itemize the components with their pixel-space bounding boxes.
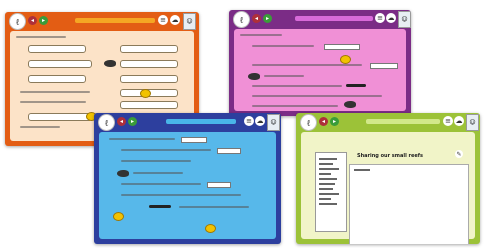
answer-field[interactable] — [370, 63, 398, 69]
content-area — [99, 132, 276, 239]
text-line — [20, 101, 86, 103]
back-button[interactable]: ◂ — [319, 117, 328, 126]
blank-slot[interactable] — [149, 205, 171, 208]
back-button[interactable]: ◂ — [252, 14, 261, 23]
page-title: Sharing our small reefs — [357, 153, 423, 159]
list-item — [319, 158, 337, 160]
badge-icon — [140, 89, 151, 98]
forward-button[interactable]: ▸ — [128, 117, 137, 126]
list-item — [319, 198, 331, 200]
fish-icon — [117, 170, 129, 177]
text-line — [252, 64, 362, 66]
option-button[interactable] — [120, 101, 178, 109]
titlebar: ℓ ◂ ▸ ≡ ☁ ☺ — [229, 10, 411, 28]
window-green: ℓ ◂ ▸ ≡ ☁ ☺ Sharing our small reefs ✎ — [296, 113, 480, 244]
text-line — [179, 206, 249, 208]
titlebar: ℓ ◂ ▸ ≡ ☁ ☺ — [296, 113, 480, 131]
content-area — [234, 29, 406, 111]
option-button[interactable] — [28, 113, 92, 121]
text-line — [252, 105, 338, 107]
answer-field[interactable] — [207, 182, 231, 188]
titlebar: ℓ ◂ ▸ ≡ ☁ ☺ — [94, 113, 281, 131]
menu-icon[interactable]: ≡ — [443, 116, 453, 126]
text-line — [252, 45, 314, 47]
menu-icon[interactable]: ≡ — [375, 13, 385, 23]
writing-area[interactable] — [349, 164, 469, 244]
list-item — [319, 183, 335, 185]
text-line — [20, 126, 60, 128]
logo-icon: ℓ — [98, 114, 115, 131]
back-button[interactable]: ◂ — [28, 16, 37, 25]
forward-button[interactable]: ▸ — [39, 16, 48, 25]
menu-icon[interactable]: ≡ — [158, 15, 168, 25]
text-line — [121, 194, 241, 196]
text-line — [121, 160, 191, 162]
logo-icon: ℓ — [233, 11, 250, 28]
cloud-icon[interactable]: ☁ — [170, 15, 180, 25]
window-purple: ℓ ◂ ▸ ≡ ☁ ☺ — [229, 10, 411, 116]
text-line — [240, 34, 282, 36]
option-button[interactable] — [120, 60, 178, 68]
title-bar-highlight — [166, 119, 236, 124]
title-bar-highlight — [75, 18, 155, 23]
blank-slot[interactable] — [346, 84, 366, 87]
option-button[interactable] — [28, 75, 86, 83]
list-item — [319, 203, 337, 205]
option-button[interactable] — [120, 75, 178, 83]
option-button[interactable] — [120, 45, 178, 53]
cloud-icon[interactable]: ☁ — [255, 116, 265, 126]
window-blue: ℓ ◂ ▸ ≡ ☁ ☺ — [94, 113, 281, 244]
word-list[interactable] — [315, 152, 347, 232]
fish-icon — [248, 73, 260, 80]
title-bar-highlight — [366, 119, 440, 124]
cloud-icon[interactable]: ☁ — [386, 13, 396, 23]
text-line — [252, 95, 382, 97]
avatar[interactable]: ☺ — [183, 13, 196, 30]
text-line — [16, 36, 66, 38]
badge-icon — [340, 55, 351, 64]
avatar[interactable]: ☺ — [398, 11, 411, 28]
avatar[interactable]: ☺ — [267, 114, 280, 131]
back-button[interactable]: ◂ — [117, 117, 126, 126]
list-item — [319, 168, 339, 170]
answer-field[interactable] — [324, 44, 360, 50]
title-bar-highlight — [295, 16, 373, 21]
text-line — [121, 183, 201, 185]
list-item — [319, 193, 339, 195]
option-button[interactable] — [28, 45, 86, 53]
text-line — [121, 149, 211, 151]
text-line — [354, 169, 370, 171]
list-item — [319, 163, 333, 165]
avatar[interactable]: ☺ — [466, 114, 479, 131]
titlebar: ℓ ◂ ▸ ≡ ☁ ☺ — [5, 12, 199, 30]
list-item — [319, 178, 337, 180]
menu-icon[interactable]: ≡ — [244, 116, 254, 126]
logo-icon: ℓ — [300, 114, 317, 131]
cloud-icon[interactable]: ☁ — [454, 116, 464, 126]
text-line — [109, 138, 175, 140]
text-line — [264, 75, 304, 77]
text-line — [20, 91, 90, 93]
badge-icon — [205, 224, 216, 233]
forward-button[interactable]: ▸ — [263, 14, 272, 23]
answer-field[interactable] — [181, 137, 207, 143]
fish-icon — [344, 101, 356, 108]
list-item — [319, 173, 331, 175]
badge-icon — [113, 212, 124, 221]
option-button[interactable] — [28, 60, 92, 68]
text-line — [133, 172, 183, 174]
answer-field[interactable] — [217, 148, 241, 154]
content-area: Sharing our small reefs ✎ — [301, 132, 475, 244]
list-item — [319, 188, 333, 190]
logo-icon: ℓ — [9, 13, 26, 30]
edit-icon[interactable]: ✎ — [455, 150, 463, 158]
fish-icon — [104, 60, 116, 67]
forward-button[interactable]: ▸ — [330, 117, 339, 126]
text-line — [252, 85, 342, 87]
